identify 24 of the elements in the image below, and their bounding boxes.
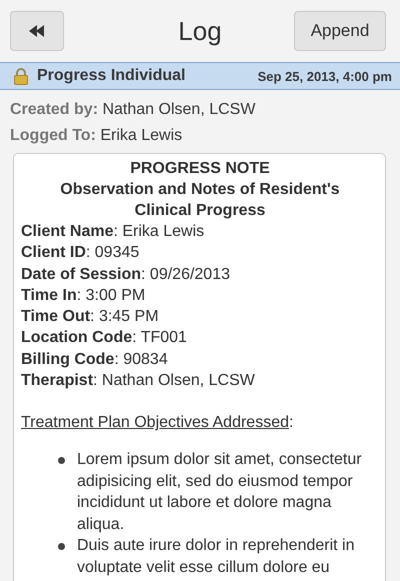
note-field: Client Name: Erika Lewis (21, 221, 204, 242)
entry-date: Sep 25, 2013, 4:00 pm (258, 68, 392, 84)
rewind-icon (29, 25, 45, 37)
note-field: Therapist: Nathan Olsen, LCSW (21, 370, 255, 392)
meta-text: Created by: Nathan Olsen, LCSW (10, 100, 256, 120)
note-field: Client ID: 09345 (21, 242, 140, 264)
bullet-text: Lorem ipsum dolor sit amet, consectetur adipisicing elit, sed do eiusmod tempor incididunt ut labore et dolore magna aliqua. (77, 450, 363, 535)
page-title: Log (178, 16, 222, 46)
section-heading: Treatment Plan Objectives Addressed: (21, 413, 294, 434)
note-heading: Clinical Progress (134, 201, 266, 221)
meta-text: Logged To: Erika Lewis (10, 126, 182, 146)
note-field: Time Out: 3:45 PM (21, 306, 159, 328)
note-field: Location Code: TF001 (21, 327, 187, 349)
note-heading: Observation and Notes of Resident's (60, 180, 340, 200)
bullet-icon (58, 543, 65, 550)
bullet-icon (58, 457, 65, 464)
note-heading: PROGRESS NOTE (130, 159, 270, 179)
note-field: Billing Code: 90834 (21, 348, 168, 370)
append-button[interactable]: Append (294, 11, 386, 51)
note-field: Date of Session: 09/26/2013 (21, 264, 230, 285)
entry-title: Progress Individual (37, 67, 186, 85)
bullet-text: Duis aute irure dolor in reprehenderit in voluptate velit esse cillum dolore eu (77, 536, 356, 578)
back-button[interactable] (10, 11, 64, 51)
note-field: Time In: 3:00 PM (21, 284, 146, 306)
